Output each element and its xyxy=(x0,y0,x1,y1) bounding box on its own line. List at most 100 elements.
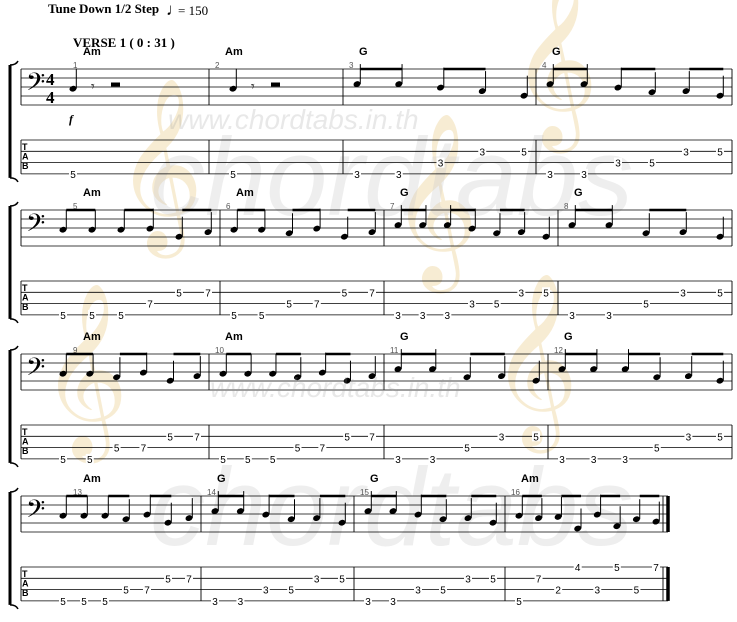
tab-fret-number: 5 xyxy=(516,597,522,608)
measure-number: 1 xyxy=(73,61,78,70)
tab-fret-number: 3 xyxy=(499,432,505,443)
tab-fret-number: 5 xyxy=(231,311,237,322)
half-rest-icon xyxy=(271,82,280,87)
measure-number: 16 xyxy=(511,488,520,497)
treble-clef-watermark-icon: 𝄞 xyxy=(40,282,129,464)
tab-fret-number: 5 xyxy=(176,288,182,299)
watermark-url-2: www.chordtabs.in.th xyxy=(210,372,461,403)
time-signature-digit: 4 xyxy=(46,70,55,89)
tab-fret-number: 5 xyxy=(717,147,723,158)
tab-fret-number: 5 xyxy=(89,311,95,322)
tab-fret-number: 5 xyxy=(270,455,276,466)
tab-fret-number: 5 xyxy=(614,563,620,574)
system-bracket-bottom xyxy=(9,462,19,468)
system-bracket-top xyxy=(9,487,19,493)
tab-clef-letter: T xyxy=(22,142,28,152)
tab-fret-number: 7 xyxy=(314,300,320,311)
tab-fret-number: 5 xyxy=(81,597,87,608)
chord-symbol: Am xyxy=(83,187,101,199)
bass-clef-icon: 𝄢 xyxy=(26,68,45,103)
tab-fret-number: 5 xyxy=(288,586,294,597)
tab-fret-number: 3 xyxy=(354,170,360,181)
measure-number: 15 xyxy=(360,488,369,497)
chord-symbol: Am xyxy=(225,46,243,58)
tab-fret-number: 3 xyxy=(595,586,601,597)
tab-fret-number: 5 xyxy=(60,455,66,466)
tab-fret-number: 7 xyxy=(147,300,153,311)
chord-symbol: G xyxy=(574,187,583,199)
tab-fret-number: 3 xyxy=(438,159,444,170)
tab-fret-number: 5 xyxy=(60,597,66,608)
section-label: VERSE 1 ( 0 : 31 ) xyxy=(73,35,175,50)
tab-fret-number: 3 xyxy=(212,597,218,608)
chord-symbol: Am xyxy=(236,187,254,199)
tab-fret-number: 7 xyxy=(186,574,192,585)
tab-fret-number: 5 xyxy=(634,586,640,597)
tab-fret-number: 7 xyxy=(141,444,147,455)
measure-number: 4 xyxy=(542,61,547,70)
tab-fret-number: 5 xyxy=(102,597,108,608)
tab-fret-number: 3 xyxy=(615,159,621,170)
tab-fret-number: 5 xyxy=(490,574,496,585)
tab-fret-number: 3 xyxy=(519,288,525,299)
bass-clef-icon: 𝄢 xyxy=(26,209,45,244)
tab-fret-number: 3 xyxy=(263,586,269,597)
tab-fret-number: 5 xyxy=(543,288,549,299)
dynamic-forte: f xyxy=(69,112,74,126)
tab-fret-number: 3 xyxy=(314,574,320,585)
tab-fret-number: 3 xyxy=(430,455,436,466)
system-bracket-bottom xyxy=(9,318,19,324)
chord-symbol: G xyxy=(400,331,409,343)
tab-clef-letter: B xyxy=(22,302,29,312)
tab-fret-number: 5 xyxy=(464,444,470,455)
tab-fret-number: 5 xyxy=(342,288,348,299)
tab-clef-letter: A xyxy=(22,152,29,162)
chord-symbol: G xyxy=(564,331,573,343)
tab-fret-number: 5 xyxy=(165,574,171,585)
chord-symbol: G xyxy=(359,46,368,58)
tab-fret-number: 3 xyxy=(591,455,597,466)
tab-fret-number: 3 xyxy=(680,288,686,299)
chord-symbol: G xyxy=(370,473,379,485)
tuning-label: Tune Down 1/2 Step xyxy=(48,1,160,16)
tab-fret-number: 3 xyxy=(395,455,401,466)
measure-number: 12 xyxy=(554,346,563,355)
measure-number: 7 xyxy=(390,202,395,211)
tab-fret-number: 3 xyxy=(479,147,485,158)
tab-fret-number: 5 xyxy=(339,574,345,585)
tab-fret-number: 3 xyxy=(622,455,628,466)
tab-fret-number: 2 xyxy=(555,586,561,597)
tab-fret-number: 3 xyxy=(683,147,689,158)
tab-fret-number: 5 xyxy=(717,432,723,443)
tab-fret-number: 5 xyxy=(114,444,120,455)
tab-fret-number: 3 xyxy=(445,311,451,322)
tab-clef-letter: A xyxy=(22,579,29,589)
tab-fret-number: 5 xyxy=(259,311,265,322)
tab-fret-number: 7 xyxy=(653,563,659,574)
time-signature-digit: 4 xyxy=(46,88,55,107)
system-bracket-top xyxy=(9,60,19,66)
tab-fret-number: 7 xyxy=(320,444,326,455)
tab-fret-number: 3 xyxy=(390,597,396,608)
tab-fret-number: 5 xyxy=(643,300,649,311)
measure-number: 11 xyxy=(390,346,399,355)
tab-fret-number: 3 xyxy=(238,597,244,608)
watermark: 𝄞𝄞𝄞𝄞 𝄞chordtabschordtabs xyxy=(40,0,633,569)
tab-fret-number: 7 xyxy=(536,574,542,585)
tab-clef-letter: T xyxy=(22,283,28,293)
tab-fret-number: 5 xyxy=(649,159,655,170)
tab-fret-number: 5 xyxy=(123,586,129,597)
tab-fret-number: 3 xyxy=(465,574,471,585)
measure-number: 6 xyxy=(226,202,231,211)
tab-fret-number: 5 xyxy=(245,455,251,466)
tab-fret-number: 7 xyxy=(144,586,150,597)
tab-fret-number: 3 xyxy=(420,311,426,322)
system-bracket-bottom xyxy=(9,177,19,183)
half-rest-icon xyxy=(111,82,120,87)
chord-symbol: Am xyxy=(521,473,539,485)
chord-symbol: G xyxy=(217,473,226,485)
tab-fret-number: 5 xyxy=(440,586,446,597)
tab-fret-number: 7 xyxy=(194,432,200,443)
tab-fret-number: 5 xyxy=(70,170,76,181)
chord-symbol: G xyxy=(400,187,409,199)
